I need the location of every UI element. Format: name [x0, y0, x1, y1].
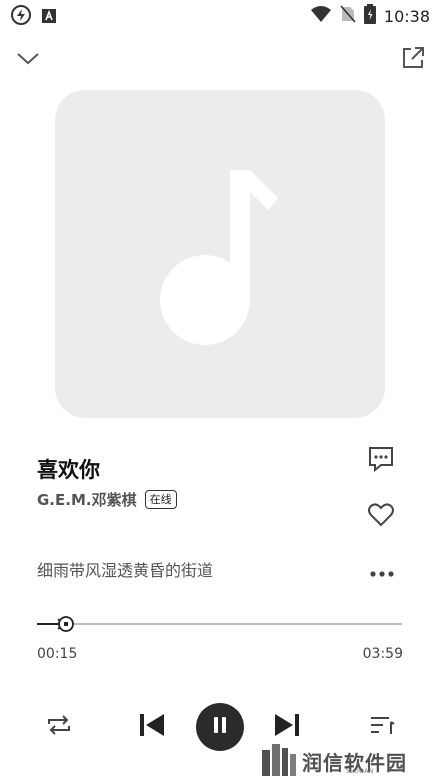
battery-icon [363, 4, 376, 28]
previous-icon [139, 713, 165, 741]
no-sim-icon [340, 5, 356, 27]
total-time: 03:59 [362, 646, 403, 662]
artist-row: G.E.M.邓紫棋 在线 [37, 489, 177, 510]
repeat-icon [46, 714, 72, 740]
share-icon [401, 46, 425, 74]
lyric-line[interactable]: 细雨带风湿透黄昏的街道 [37, 557, 213, 581]
app-notification-icon [42, 8, 56, 27]
watermark-logo-icon [262, 742, 298, 780]
battery-saver-icon [10, 4, 32, 30]
artist-name[interactable]: G.E.M.邓紫棋 [37, 489, 137, 510]
song-title: 喜欢你 [37, 458, 100, 482]
wifi-icon [310, 5, 332, 27]
chevron-down-icon [16, 51, 40, 70]
comment-button[interactable] [366, 446, 396, 476]
comment-icon [367, 445, 395, 477]
pause-icon [212, 716, 228, 738]
more-icon [370, 562, 394, 581]
heart-icon [367, 502, 395, 532]
next-button[interactable] [273, 714, 301, 740]
progress-track[interactable] [37, 623, 402, 625]
playlist-button[interactable] [368, 714, 396, 740]
previous-button[interactable] [138, 714, 166, 740]
collapse-button[interactable] [14, 48, 42, 72]
album-art [55, 90, 385, 418]
source-badge: 在线 [144, 490, 177, 509]
more-button[interactable] [368, 563, 396, 579]
like-button[interactable] [366, 503, 396, 531]
music-note-icon [160, 170, 278, 345]
status-time: 10:38 [383, 6, 430, 26]
watermark: 润信软件园 [262, 742, 407, 780]
watermark-slogan: SLOGAN [346, 768, 374, 775]
current-time: 00:15 [37, 646, 78, 662]
status-bar: 10:38 [0, 0, 440, 32]
next-icon [274, 713, 300, 741]
playlist-icon [369, 714, 395, 740]
repeat-button[interactable] [45, 714, 73, 740]
share-button[interactable] [400, 47, 426, 73]
progress-thumb[interactable] [54, 614, 76, 638]
pause-button[interactable] [196, 703, 244, 751]
